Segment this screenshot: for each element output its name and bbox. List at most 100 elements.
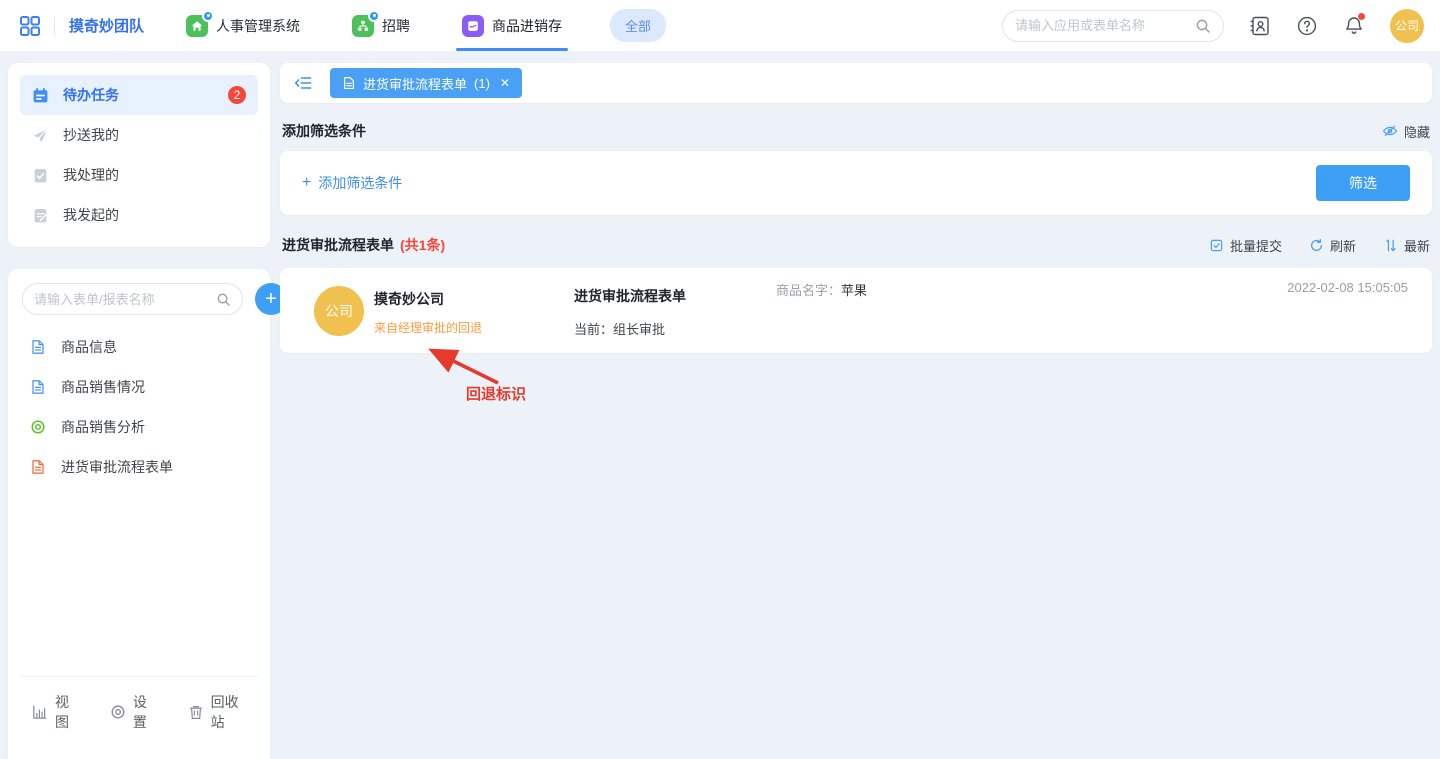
sidebar-item-label: 进货审批流程表单 — [61, 457, 173, 477]
sidebar-item-product-sales[interactable]: 商品销售情况 — [20, 367, 258, 407]
recycle-bin-button[interactable]: 回收站 — [188, 692, 246, 732]
app-tab-label: 人事管理系统 — [216, 16, 300, 36]
return-note[interactable]: 来自经理审批的回退 — [374, 319, 564, 336]
settings-button[interactable]: 设置 — [110, 692, 156, 732]
company-name: 摸奇妙公司 — [374, 289, 564, 309]
record-list-title-wrap: 进货审批流程表单 (共1条) — [282, 235, 445, 255]
form-search-row: + — [22, 283, 256, 315]
search-icon[interactable] — [1195, 18, 1211, 34]
sidebar-item-purchase-approval-form[interactable]: 进货审批流程表单 — [20, 447, 258, 487]
refresh-icon — [1309, 238, 1324, 253]
footer-label: 设置 — [133, 692, 156, 732]
topbar-right: 公司 — [1002, 9, 1424, 43]
page-layout: 待办任务 2 抄送我的 我处理的 — [0, 52, 1440, 759]
app-tab-recruiting[interactable]: 招聘 — [352, 0, 410, 51]
help-icon[interactable] — [1296, 15, 1318, 37]
record-form-name: 进货审批流程表单 — [574, 286, 776, 306]
global-search-box[interactable] — [1002, 10, 1224, 42]
record-list-actions: 批量提交 刷新 — [1209, 236, 1430, 255]
sidebar-item-label: 我发起的 — [63, 205, 119, 225]
app-tab-label: 招聘 — [382, 16, 410, 36]
topbar: 摸奇妙团队 人事管理系统 招 — [0, 0, 1440, 52]
sort-newest-button[interactable]: 最新 — [1383, 236, 1430, 255]
tab-purchase-approval-form[interactable]: 进货审批流程表单 (1) ✕ — [330, 68, 522, 98]
forms-panel: + 商品信息 商品销售情况 — [8, 269, 270, 759]
company-avatar: 公司 — [314, 286, 364, 336]
search-icon[interactable] — [216, 292, 231, 307]
form-doc-icon — [30, 379, 46, 395]
record-submitter-column: 摸奇妙公司 来自经理审批的回退 — [374, 268, 564, 353]
divider — [54, 17, 55, 35]
action-label: 最新 — [1404, 236, 1430, 255]
add-filter-label: 添加筛选条件 — [318, 173, 402, 193]
sidebar-item-label: 商品信息 — [61, 337, 117, 357]
batch-submit-checkbox-icon — [1209, 238, 1224, 253]
user-avatar[interactable]: 公司 — [1390, 9, 1424, 43]
sidebar-item-sales-analysis[interactable]: 商品销售分析 — [20, 407, 258, 447]
sidebar-item-product-info[interactable]: 商品信息 — [20, 327, 258, 367]
form-doc-icon — [30, 459, 46, 475]
record-row[interactable]: 公司 摸奇妙公司 来自经理审批的回退 进货审批流程表单 当前：组长审批 商品名字… — [280, 268, 1432, 353]
gear-icon — [110, 704, 126, 720]
sidebar-item-todo-tasks[interactable]: 待办任务 2 — [20, 75, 258, 115]
annotation-return-flag-label: 回退标识 — [466, 383, 526, 404]
hide-filters-button[interactable]: 隐藏 — [1382, 122, 1430, 141]
plus-icon: + — [302, 174, 311, 192]
edit-document-icon — [32, 207, 49, 224]
close-icon[interactable]: ✕ — [500, 76, 510, 90]
field-value: 苹果 — [841, 283, 867, 298]
notification-dot — [1358, 13, 1365, 20]
collapse-sidebar-icon[interactable] — [290, 73, 318, 93]
notifications-bell-icon[interactable] — [1343, 15, 1365, 37]
refresh-button[interactable]: 刷新 — [1309, 236, 1356, 255]
app-tabs: 人事管理系统 招聘 — [186, 0, 562, 51]
sidebar-item-label: 待办任务 — [63, 85, 119, 105]
app-launcher-grid-icon[interactable] — [18, 14, 42, 38]
all-apps-pill[interactable]: 全部 — [610, 9, 666, 42]
sidebar-item-cc-to-me[interactable]: 抄送我的 — [20, 115, 258, 155]
tasks-panel: 待办任务 2 抄送我的 我处理的 — [8, 63, 270, 247]
org-icon — [352, 15, 374, 37]
current-step: 当前：组长审批 — [574, 319, 776, 338]
contacts-icon[interactable] — [1249, 15, 1271, 37]
eye-off-icon — [1382, 123, 1398, 139]
form-search-input[interactable] — [34, 292, 210, 307]
action-label: 批量提交 — [1230, 236, 1282, 255]
sidebar-footer: 视图 设置 — [20, 676, 258, 747]
sidebar-item-initiated-by-me[interactable]: 我发起的 — [20, 195, 258, 235]
calendar-icon — [32, 87, 49, 104]
filter-section-title: 添加筛选条件 — [282, 121, 366, 141]
open-tabs-bar: 进货审批流程表单 (1) ✕ — [280, 63, 1432, 103]
record-list-title: 进货审批流程表单 — [282, 235, 394, 255]
chart-app-icon — [462, 15, 484, 37]
add-filter-condition-link[interactable]: + 添加筛选条件 — [302, 173, 402, 193]
tab-label: 进货审批流程表单 — [363, 74, 467, 93]
field-label: 商品名字： — [776, 283, 841, 298]
apply-filter-button[interactable]: 筛选 — [1316, 165, 1410, 201]
action-label: 刷新 — [1330, 236, 1356, 255]
form-search-box[interactable] — [22, 283, 243, 315]
views-button[interactable]: 视图 — [32, 692, 78, 732]
report-target-icon — [30, 419, 46, 435]
tab-count: (1) — [474, 76, 490, 91]
batch-submit-button[interactable]: 批量提交 — [1209, 236, 1282, 255]
filter-section-header: 添加筛选条件 隐藏 — [280, 111, 1432, 151]
clipboard-check-icon — [32, 167, 49, 184]
app-tab-inventory[interactable]: 商品进销存 — [462, 0, 562, 51]
app-tab-hr-system[interactable]: 人事管理系统 — [186, 0, 300, 51]
main-content: 进货审批流程表单 (1) ✕ 添加筛选条件 隐藏 + 添加筛选条件 — [280, 63, 1432, 759]
record-list-header: 进货审批流程表单 (共1条) 批量提交 — [280, 222, 1432, 268]
record-count: (共1条) — [400, 235, 445, 255]
send-icon — [32, 127, 49, 144]
form-doc-icon — [30, 339, 46, 355]
record-timestamp: 2022-02-08 15:05:05 — [1287, 268, 1408, 353]
filter-panel: + 添加筛选条件 筛选 — [280, 151, 1432, 215]
global-search-input[interactable] — [1015, 18, 1187, 33]
sidebar-item-processed-by-me[interactable]: 我处理的 — [20, 155, 258, 195]
sidebar-item-label: 商品销售情况 — [61, 377, 145, 397]
footer-label: 视图 — [55, 692, 78, 732]
footer-label: 回收站 — [211, 692, 246, 732]
team-name[interactable]: 摸奇妙团队 — [69, 15, 144, 36]
sidebar: 待办任务 2 抄送我的 我处理的 — [8, 63, 270, 759]
hide-filters-label: 隐藏 — [1404, 122, 1430, 141]
